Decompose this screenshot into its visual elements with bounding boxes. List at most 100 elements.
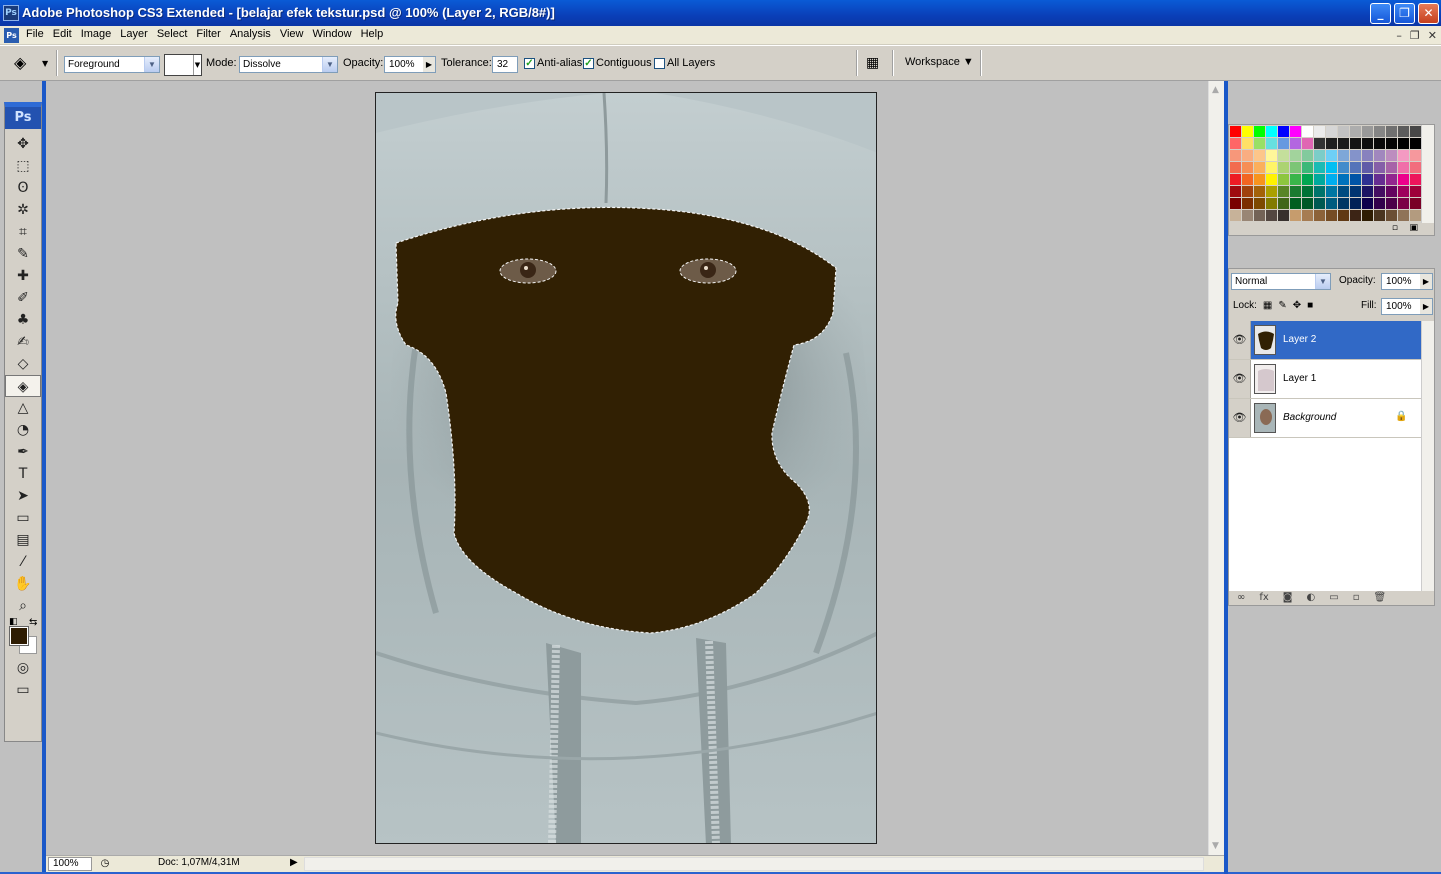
- color-swatch[interactable]: [1314, 162, 1325, 173]
- maximize-button[interactable]: ❐: [1394, 3, 1415, 24]
- opacity-input[interactable]: 100% ▶: [384, 56, 436, 73]
- color-swatch[interactable]: [1230, 138, 1241, 149]
- color-swatch[interactable]: [1326, 186, 1337, 197]
- chevron-right-icon[interactable]: ▶: [1420, 274, 1432, 289]
- vertical-scrollbar[interactable]: ▲ ▼: [1208, 81, 1224, 855]
- eye-icon[interactable]: 👁: [1229, 360, 1251, 398]
- notes-icon[interactable]: ▤: [5, 529, 41, 551]
- color-swatch[interactable]: [1350, 126, 1361, 137]
- color-swatch[interactable]: [1242, 210, 1253, 221]
- color-swatch[interactable]: [1326, 126, 1337, 137]
- color-swatch[interactable]: [1326, 198, 1337, 209]
- tolerance-input[interactable]: 32: [492, 56, 518, 73]
- color-swatch[interactable]: [1242, 150, 1253, 161]
- status-menu-arrow-icon[interactable]: ▶: [290, 857, 298, 868]
- color-swatch[interactable]: [1374, 210, 1385, 221]
- color-swatch[interactable]: [1266, 138, 1277, 149]
- bridge-icon[interactable]: ▦: [866, 55, 886, 73]
- color-swatch[interactable]: [1362, 210, 1373, 221]
- color-swatch[interactable]: [1290, 186, 1301, 197]
- new-group-icon[interactable]: ▭: [1329, 592, 1338, 603]
- eye-icon[interactable]: 👁: [1229, 399, 1251, 437]
- color-swatch[interactable]: [1386, 138, 1397, 149]
- color-swatch[interactable]: [1254, 150, 1265, 161]
- layer-style-icon[interactable]: fx: [1259, 592, 1268, 603]
- color-swatch[interactable]: [1410, 150, 1421, 161]
- layer-row-layer-2[interactable]: 👁 Layer 2: [1229, 321, 1421, 360]
- color-swatch[interactable]: [1350, 174, 1361, 185]
- color-swatch[interactable]: [1242, 126, 1253, 137]
- color-swatch[interactable]: [1254, 126, 1265, 137]
- color-swatch[interactable]: [1230, 162, 1241, 173]
- color-swatch[interactable]: [1230, 174, 1241, 185]
- color-swatch[interactable]: [1326, 162, 1337, 173]
- color-swatch[interactable]: [1398, 126, 1409, 137]
- color-swatch[interactable]: [1266, 210, 1277, 221]
- marquee-icon[interactable]: ⬚: [5, 155, 41, 177]
- link-layers-icon[interactable]: ∞: [1237, 592, 1245, 603]
- color-swatch[interactable]: [1350, 186, 1361, 197]
- hand-icon[interactable]: ✋: [5, 573, 41, 595]
- color-swatch[interactable]: [1278, 198, 1289, 209]
- horizontal-scrollbar[interactable]: [304, 857, 1204, 871]
- type-icon[interactable]: T: [5, 463, 41, 485]
- zoom-level-input[interactable]: 100%: [48, 857, 92, 871]
- color-swatch[interactable]: [1410, 162, 1421, 173]
- contiguous-checkbox[interactable]: ✓ Contiguous: [583, 57, 652, 69]
- color-swatch[interactable]: [1350, 198, 1361, 209]
- menu-layer[interactable]: Layer: [120, 28, 155, 40]
- color-swatch[interactable]: [1386, 210, 1397, 221]
- color-swatch[interactable]: [1242, 162, 1253, 173]
- chevron-right-icon[interactable]: ▶: [1420, 299, 1432, 314]
- color-swatch[interactable]: [1350, 150, 1361, 161]
- color-swatch[interactable]: [1302, 138, 1313, 149]
- color-swatch[interactable]: [1230, 150, 1241, 161]
- color-swatch[interactable]: [1338, 138, 1349, 149]
- color-swatch[interactable]: [1362, 126, 1373, 137]
- minimize-button[interactable]: _: [1370, 3, 1391, 24]
- blur-icon[interactable]: △: [5, 397, 41, 419]
- color-swatch[interactable]: [1278, 186, 1289, 197]
- doc-minimize-button[interactable]: –: [1396, 29, 1402, 42]
- color-swatch[interactable]: [1374, 126, 1385, 137]
- chevron-right-icon[interactable]: ▶: [423, 57, 435, 72]
- color-swatch[interactable]: [1290, 210, 1301, 221]
- quick-mask-icon[interactable]: ◎: [5, 657, 41, 679]
- color-swatch[interactable]: [1230, 126, 1241, 137]
- mode-select[interactable]: Dissolve ▼: [239, 56, 338, 73]
- color-swatch[interactable]: [1302, 186, 1313, 197]
- layer-row-layer-1[interactable]: 👁 Layer 1: [1229, 360, 1421, 399]
- swatches-scrollbar[interactable]: [1421, 125, 1434, 223]
- lasso-icon[interactable]: ʘ: [5, 177, 41, 199]
- color-swatch[interactable]: [1314, 138, 1325, 149]
- new-swatch-icon[interactable]: ▫: [1392, 223, 1398, 233]
- color-swatch[interactable]: [1290, 198, 1301, 209]
- color-swatch[interactable]: [1302, 210, 1313, 221]
- all-layers-checkbox[interactable]: All Layers: [654, 57, 715, 69]
- color-swatch[interactable]: [1278, 174, 1289, 185]
- color-swatch[interactable]: [1314, 174, 1325, 185]
- eyedropper-icon[interactable]: ⁄: [5, 551, 41, 573]
- color-swatch[interactable]: [1398, 198, 1409, 209]
- color-swatch[interactable]: [1338, 186, 1349, 197]
- color-swatch[interactable]: [1398, 174, 1409, 185]
- color-swatch[interactable]: [1386, 198, 1397, 209]
- color-swatch[interactable]: [1362, 198, 1373, 209]
- color-swatch[interactable]: [1278, 210, 1289, 221]
- photoshop-logo[interactable]: Ps: [5, 107, 41, 129]
- color-swatch[interactable]: [1278, 150, 1289, 161]
- menu-file[interactable]: File: [26, 28, 51, 40]
- healing-brush-icon[interactable]: ✚: [5, 265, 41, 287]
- doc-close-button[interactable]: ✕: [1428, 29, 1437, 42]
- color-swatch[interactable]: [1290, 126, 1301, 137]
- menu-window[interactable]: Window: [312, 28, 358, 40]
- color-swatch[interactable]: [1254, 186, 1265, 197]
- color-swatch[interactable]: [1242, 198, 1253, 209]
- color-swatch[interactable]: [1302, 174, 1313, 185]
- color-swatch[interactable]: [1290, 150, 1301, 161]
- slice-icon[interactable]: ✎: [5, 243, 41, 265]
- color-swatch[interactable]: [1338, 162, 1349, 173]
- color-swatch[interactable]: [1302, 198, 1313, 209]
- color-swatch[interactable]: [1362, 138, 1373, 149]
- color-swatch[interactable]: [1338, 126, 1349, 137]
